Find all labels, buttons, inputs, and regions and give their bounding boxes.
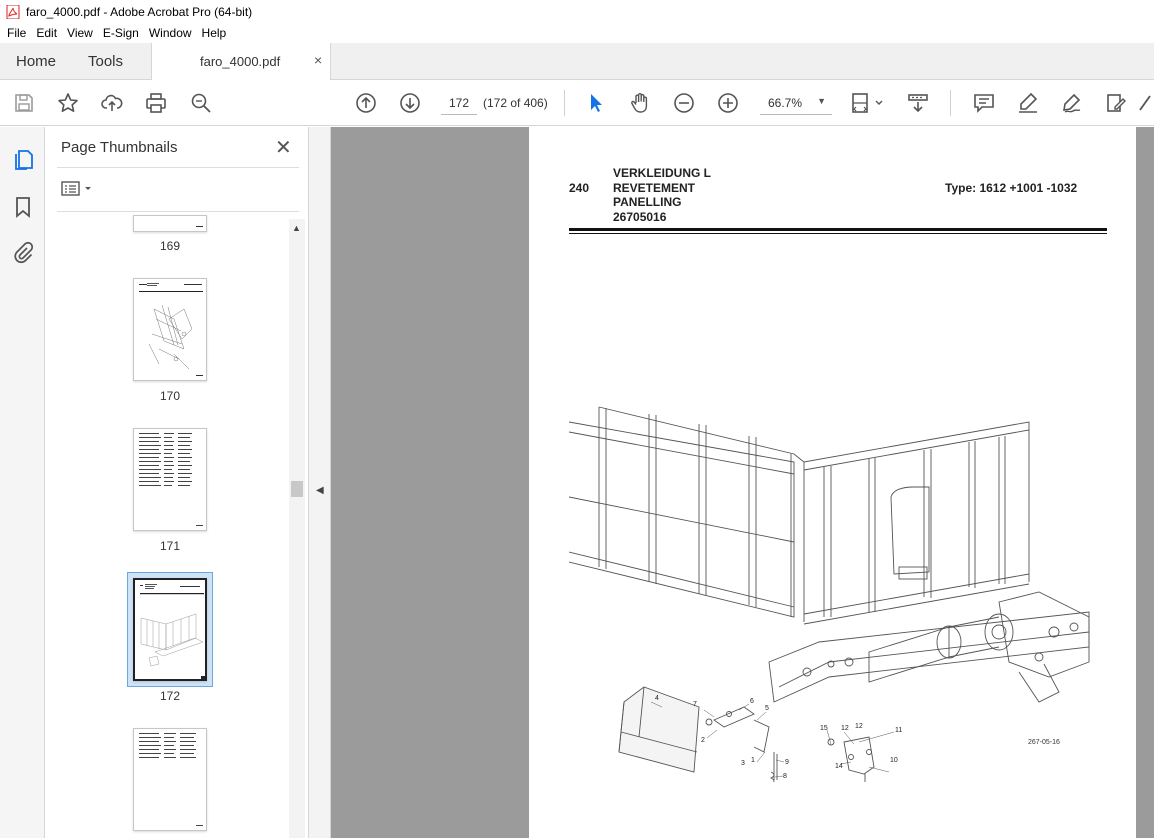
svg-text:10: 10: [890, 757, 898, 764]
svg-text:15: 15: [820, 725, 828, 732]
more-tools-icon[interactable]: [1136, 91, 1154, 115]
svg-text:7: 7: [693, 701, 697, 708]
thumbnail-page-173[interactable]: [133, 728, 207, 831]
scroll-up-icon[interactable]: ▲: [292, 223, 301, 233]
svg-text:9: 9: [785, 759, 789, 766]
panel-title: Page Thumbnails: [61, 139, 178, 156]
thumbnail-options-button[interactable]: [61, 179, 95, 199]
tab-document[interactable]: faro_4000.pdf ×: [151, 43, 331, 81]
panel-collapse-handle[interactable]: ◀: [309, 127, 331, 838]
header-rule: [569, 228, 1107, 231]
svg-text:11: 11: [895, 727, 902, 734]
tab-document-label: faro_4000.pdf: [200, 54, 281, 69]
tab-close-icon[interactable]: ×: [314, 52, 322, 68]
highlight-icon[interactable]: [1016, 91, 1040, 115]
toolbar-divider: [950, 90, 951, 116]
divider: [57, 211, 299, 212]
svg-text:6: 6: [750, 698, 754, 705]
section-number: 240: [569, 181, 590, 195]
edit-pdf-icon[interactable]: [1104, 91, 1128, 115]
close-icon[interactable]: ✕: [275, 135, 292, 160]
page-down-icon[interactable]: [398, 91, 422, 115]
type-line: Type: 1612 +1001 -1032: [945, 181, 1078, 195]
acrobat-pdf-icon: [6, 4, 20, 19]
page-fit-icon[interactable]: [850, 91, 886, 115]
document-viewer[interactable]: 240 VERKLEIDUNG L REVETEMENT PANELLING 2…: [331, 127, 1154, 838]
attachment-icon[interactable]: [11, 241, 35, 265]
scroll-mode-icon[interactable]: [906, 91, 930, 115]
scrollbar-thumb[interactable]: [291, 481, 303, 497]
thumbnail-page-169[interactable]: [133, 215, 207, 232]
svg-text:1: 1: [751, 757, 755, 764]
thumbnail-label: 171: [159, 539, 181, 553]
svg-text:4: 4: [655, 695, 659, 702]
chevron-left-icon: ◀: [316, 485, 324, 496]
title-bar: faro_4000.pdf - Adobe Acrobat Pro (64-bi…: [0, 0, 1154, 23]
tab-home[interactable]: Home: [16, 53, 56, 70]
menu-esign[interactable]: E-Sign: [98, 23, 144, 43]
section-titles: VERKLEIDUNG L REVETEMENT PANELLING 26705…: [613, 166, 711, 224]
window-title: faro_4000.pdf - Adobe Acrobat Pro (64-bi…: [26, 4, 253, 19]
tab-bar: Home Tools faro_4000.pdf ×: [0, 43, 1154, 81]
chevron-down-icon: ▼: [817, 96, 826, 106]
zoom-search-icon[interactable]: [189, 91, 213, 115]
page-thumbnails-panel: Page Thumbnails ✕ 169 170 171 172 ▲: [45, 127, 309, 838]
svg-text:8: 8: [783, 773, 787, 780]
page-up-icon[interactable]: [354, 91, 378, 115]
drawing-reference: 267-05-16: [1028, 739, 1060, 746]
menu-bar: File Edit View E-Sign Window Help: [0, 23, 1154, 43]
thumbnail-label: 172: [159, 689, 181, 703]
thumbnail-scrollbar[interactable]: ▲: [289, 219, 305, 838]
menu-file[interactable]: File: [2, 23, 31, 43]
page-count-label: (172 of 406): [483, 96, 548, 110]
zoom-out-icon[interactable]: [672, 91, 696, 115]
hand-icon[interactable]: [628, 91, 652, 115]
left-navigation-rail: [0, 127, 45, 838]
title-line-fr: REVETEMENT: [613, 180, 696, 195]
thumbnail-page-170[interactable]: [133, 278, 207, 381]
tab-tools[interactable]: Tools: [88, 53, 123, 70]
svg-text:14: 14: [835, 763, 843, 770]
thumbnail-page-172[interactable]: [133, 578, 207, 681]
page-thumbnails-icon[interactable]: [11, 148, 35, 172]
svg-text:2: 2: [701, 737, 705, 744]
upload-icon[interactable]: [100, 91, 124, 115]
comment-icon[interactable]: [972, 91, 996, 115]
header-rule: [569, 233, 1107, 234]
title-line-en: PANELLING: [613, 195, 682, 209]
svg-text:12: 12: [855, 723, 863, 730]
save-icon[interactable]: [12, 91, 36, 115]
pdf-page: 240 VERKLEIDUNG L REVETEMENT PANELLING 2…: [529, 127, 1136, 838]
svg-text:3: 3: [741, 760, 745, 767]
part-number: 26705016: [613, 209, 667, 224]
divider: [57, 167, 299, 168]
svg-text:5: 5: [765, 705, 769, 712]
select-cursor-icon[interactable]: [584, 91, 608, 115]
toolbar-divider: [564, 90, 565, 116]
menu-window[interactable]: Window: [144, 23, 197, 43]
thumbnail-page-171[interactable]: [133, 428, 207, 531]
sign-icon[interactable]: [1060, 91, 1084, 115]
thumbnail-label: 170: [159, 389, 181, 403]
bookmark-icon[interactable]: [11, 195, 35, 219]
star-icon[interactable]: [56, 91, 80, 115]
thumbnail-label: 169: [159, 239, 181, 253]
zoom-level-dropdown[interactable]: 66.7% ▼: [760, 91, 832, 115]
menu-edit[interactable]: Edit: [31, 23, 62, 43]
print-icon[interactable]: [144, 91, 168, 115]
page-number-input[interactable]: [441, 91, 477, 115]
menu-view[interactable]: View: [62, 23, 98, 43]
exploded-parts-drawing: 4 7 2 6 5 1 3 9 8 7 10 11 12 12 13 14 15: [569, 406, 1090, 782]
title-line-de: VERKLEIDUNG L: [613, 166, 712, 180]
menu-help[interactable]: Help: [197, 23, 232, 43]
zoom-in-icon[interactable]: [716, 91, 740, 115]
document-background: [1136, 127, 1154, 838]
svg-text:12: 12: [841, 725, 849, 732]
toolbar: (172 of 406) 66.7% ▼: [0, 80, 1154, 126]
zoom-level-value: 66.7%: [768, 96, 803, 110]
